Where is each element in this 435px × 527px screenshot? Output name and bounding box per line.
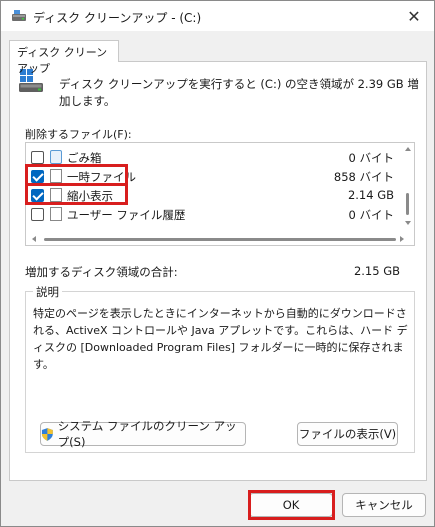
item-name: 一時ファイル [67,170,136,184]
item-size: 858 バイト [333,170,394,184]
item-name: ごみ箱 [67,151,102,165]
cancel-button[interactable]: キャンセル [342,493,426,517]
list-item-user-file-history[interactable]: ユーザー ファイル履歴 0 バイト [26,204,400,224]
cleanup-system-files-button[interactable]: システム ファイルのクリーン アップ(S) [40,419,246,449]
horizontal-scrollbar[interactable] [44,238,396,241]
scroll-up-icon[interactable] [405,147,411,151]
close-icon: ✕ [407,6,421,26]
item-size: 0 バイト [348,208,394,222]
list-item-thumbnails[interactable]: 縮小表示 2.14 GB [26,185,400,205]
checkbox-temporary-files[interactable] [31,170,44,183]
tab-disk-cleanup[interactable]: ディスク クリーンアップ [9,40,119,75]
view-files-label: ファイルの表示(V) [298,427,397,441]
checkbox-user-file-history[interactable] [31,208,44,221]
file-icon [50,207,62,221]
item-size: 0 バイト [348,151,394,165]
scroll-left-icon[interactable] [32,236,36,242]
cleanup-system-files-label: システム ファイルのクリーン アップ(S) [57,419,237,449]
ok-label: OK [282,498,300,512]
file-icon [50,169,62,183]
disk-cleanup-app-icon [12,10,26,21]
vertical-scrollbar[interactable] [404,147,412,225]
checkbox-recycle-bin[interactable] [31,151,44,164]
intro-text: ディスク クリーンアップを実行すると (C:) の空き領域が 2.39 GB 増… [59,77,419,108]
file-icon [50,188,62,202]
files-to-delete-label: 削除するファイル(F): [25,128,132,141]
uac-shield-icon [41,427,53,441]
files-list[interactable]: ごみ箱 0 バイト 一時ファイル 858 バイト 縮小表示 2.14 GB ユー… [25,142,415,246]
list-item-recycle-bin[interactable]: ごみ箱 0 バイト [26,147,400,167]
recycle-bin-icon [50,150,62,164]
item-name: ユーザー ファイル履歴 [67,208,186,222]
item-size: 2.14 GB [347,188,394,202]
total-space-label: 増加するディスク領域の合計: [25,265,178,279]
item-name: 縮小表示 [67,189,113,203]
checkbox-thumbnails[interactable] [31,189,44,202]
scroll-thumb[interactable] [406,193,409,215]
view-files-button[interactable]: ファイルの表示(V) [297,422,398,446]
ok-button[interactable]: OK [249,493,333,517]
title-bar: ディスク クリーンアップ - (C:) ✕ [1,1,434,31]
total-space-value: 2.15 GB [353,264,400,278]
window-title: ディスク クリーンアップ - (C:) [33,11,202,25]
scroll-down-icon[interactable] [405,221,411,225]
disk-cleanup-window: ディスク クリーンアップ - (C:) ✕ ディスク クリーンアップ ディスク … [0,0,435,527]
description-text: 特定のページを表示したときにインターネットから自動的にダウンロードされる、Act… [33,307,408,371]
list-item-temporary-files[interactable]: 一時ファイル 858 バイト [26,166,400,186]
scroll-right-icon[interactable] [400,236,404,242]
close-button[interactable]: ✕ [394,1,434,31]
description-label: 説明 [33,284,62,300]
cancel-label: キャンセル [355,498,413,512]
